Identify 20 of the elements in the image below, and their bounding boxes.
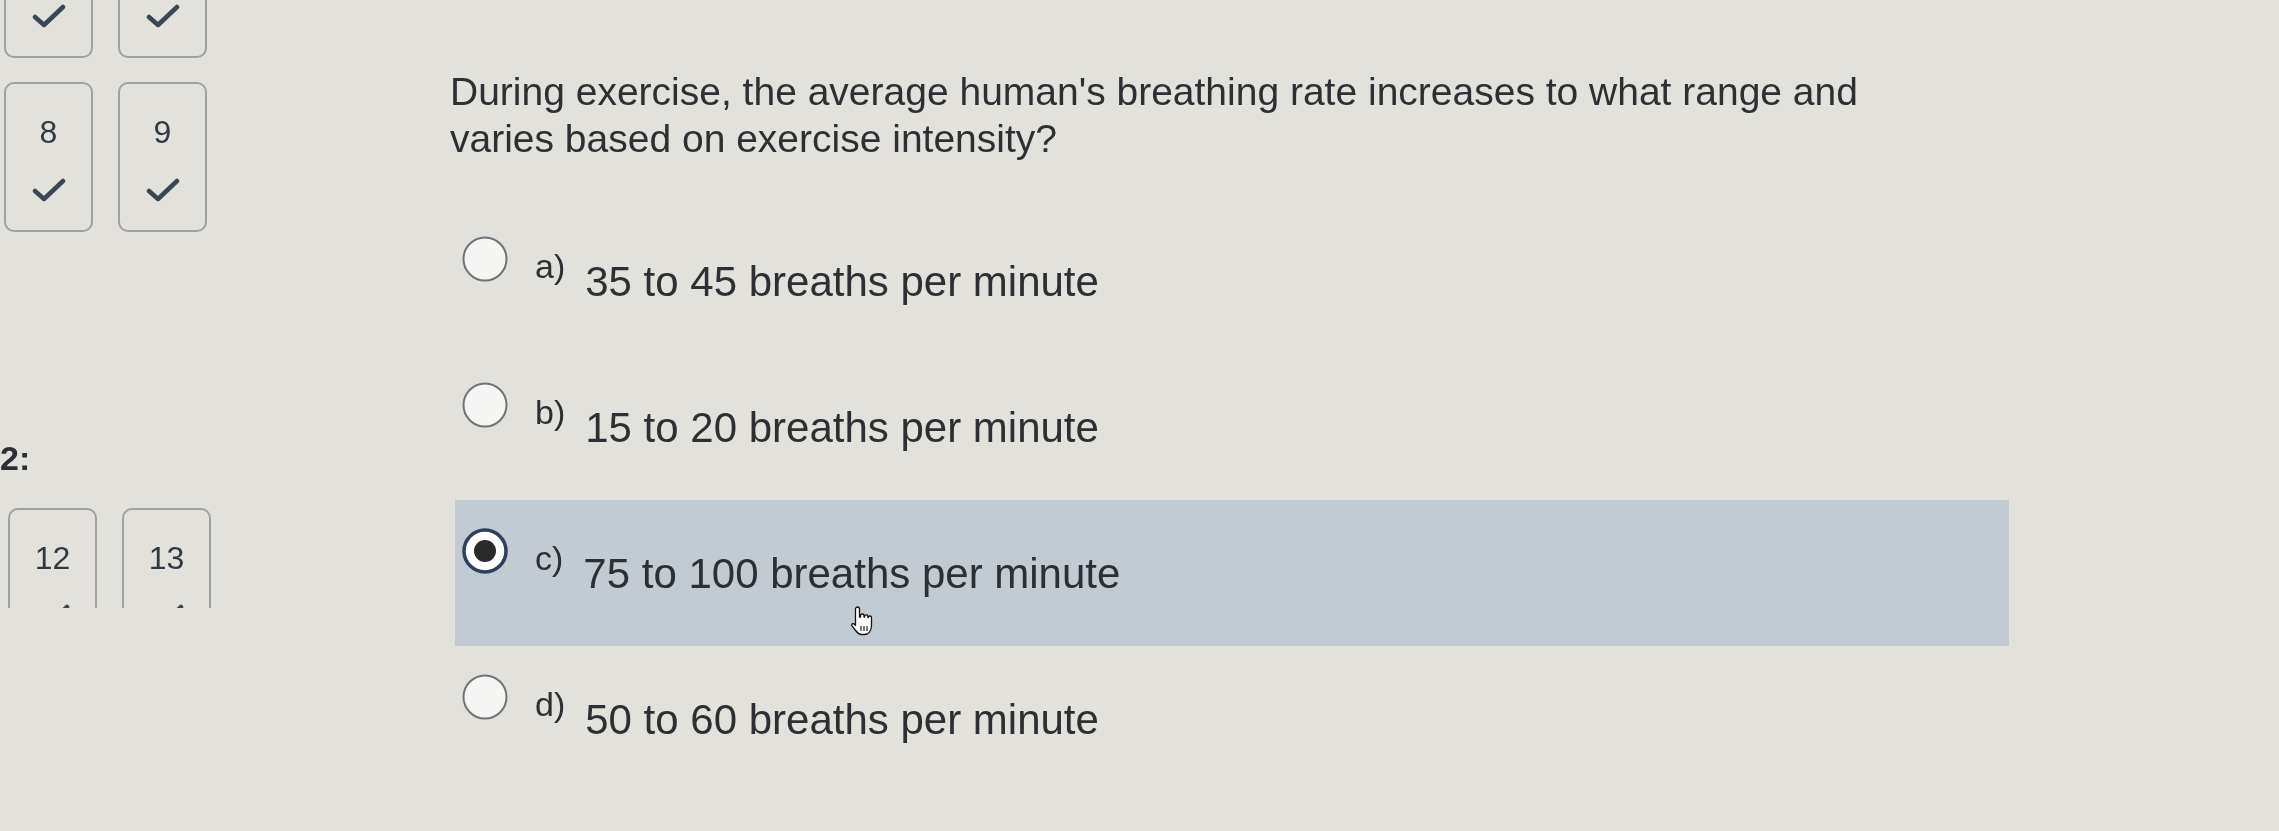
option-text[interactable]: 75 to 100 breaths per minute [583,549,1121,599]
question-text: During exercise, the average human's breathing rate increases to what range and varies based on exercise intensity? [450,69,1859,162]
radio-button[interactable] [462,674,508,720]
option-letter: d) [535,684,566,724]
section-heading: 2: [0,438,31,478]
question-tile[interactable]: 8 [4,82,93,232]
question-tile[interactable]: 12 [8,508,97,608]
option-text[interactable]: 50 to 60 breaths per minute [585,695,1099,745]
question-tile[interactable]: 13 [122,508,211,608]
question-tile[interactable]: 9 [118,82,207,232]
option-letter: a) [535,246,566,286]
selected-answer-highlight[interactable]: c) 75 to 100 breaths per minute [455,500,2009,646]
radio-button[interactable] [462,528,508,574]
radio-button[interactable] [462,236,508,282]
hand-cursor-icon [850,606,874,636]
radio-button[interactable] [462,382,508,428]
option-text[interactable]: 35 to 45 breaths per minute [585,257,1099,307]
option-letter: c) [535,538,564,578]
option-letter: b) [535,392,566,432]
option-text[interactable]: 15 to 20 breaths per minute [585,403,1099,453]
